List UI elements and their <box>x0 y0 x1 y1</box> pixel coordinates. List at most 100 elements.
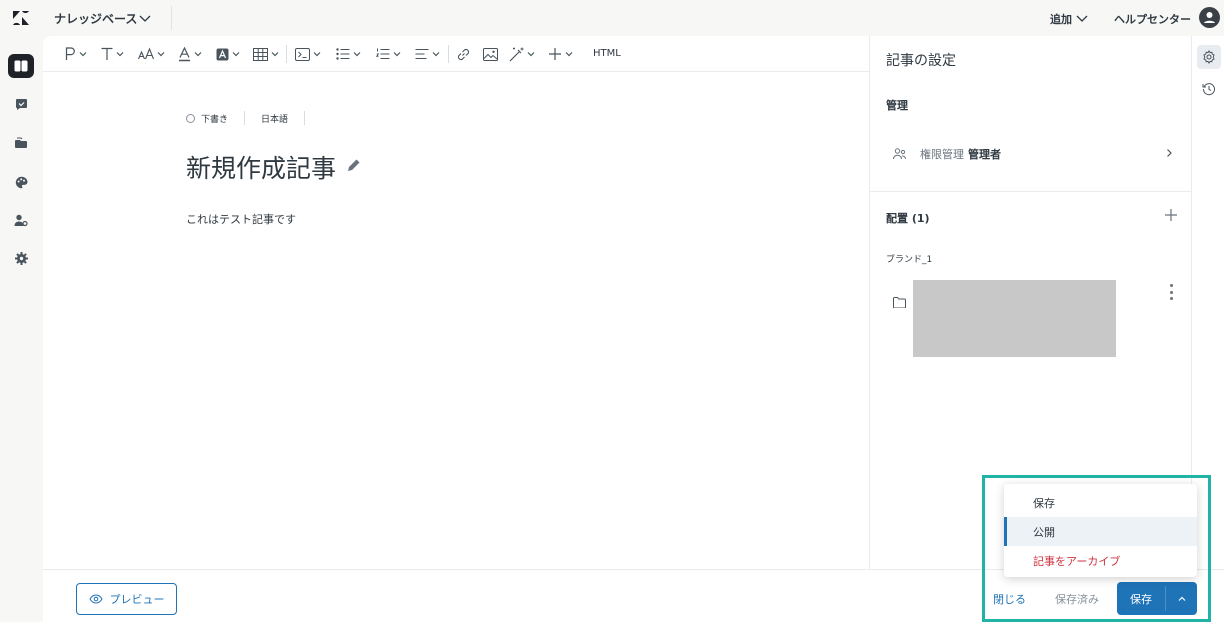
highlight-icon <box>216 48 229 60</box>
chevron-down-icon <box>565 52 573 57</box>
paragraph-format-button[interactable] <box>65 44 87 64</box>
permission-label: 権限管理 <box>920 148 964 161</box>
nav-settings[interactable] <box>8 246 34 270</box>
add-button[interactable]: 追加 <box>1050 11 1072 27</box>
align-left-icon <box>415 48 429 60</box>
permission-value: 管理者 <box>968 148 1001 161</box>
zendesk-logo-icon[interactable] <box>12 10 30 26</box>
chevron-up-icon <box>1178 596 1185 601</box>
nav-content[interactable] <box>8 131 34 155</box>
menu-item-archive[interactable]: 記事をアーカイブ <box>1004 546 1197 575</box>
user-permissions-icon <box>14 214 28 226</box>
toolbar-divider <box>448 45 449 63</box>
menu-item-save[interactable]: 保存 <box>1004 488 1197 517</box>
font-size-button[interactable] <box>138 44 165 64</box>
meta-divider <box>244 111 246 125</box>
chevron-down-icon <box>393 52 401 57</box>
history-icon <box>1202 83 1215 96</box>
top-divider <box>171 6 172 30</box>
chevron-down-icon <box>79 52 87 57</box>
plus-icon <box>549 48 561 60</box>
pencil-icon[interactable] <box>346 157 362 173</box>
permission-row[interactable]: 権限管理 管理者 <box>886 144 1182 164</box>
folder-icon <box>893 297 906 308</box>
placement-heading: 配置 (1) <box>886 212 930 225</box>
preview-button[interactable]: プレビュー <box>76 583 177 615</box>
link-icon <box>457 48 470 60</box>
text-color-button[interactable] <box>178 44 202 64</box>
toolbar-divider <box>286 45 287 63</box>
link-button[interactable] <box>456 44 471 64</box>
table-button[interactable] <box>253 44 279 64</box>
chevron-down-icon <box>432 52 440 57</box>
nav-user-permissions[interactable] <box>8 208 34 232</box>
help-center-link[interactable]: ヘルプセンター <box>1114 11 1191 27</box>
table-icon <box>253 47 268 61</box>
save-options-menu: 保存 公開 記事をアーカイブ <box>1004 484 1197 577</box>
nav-themes[interactable] <box>8 170 34 194</box>
settings-tab[interactable] <box>1197 45 1221 69</box>
font-size-icon <box>138 47 154 60</box>
chevron-down-icon <box>232 52 240 57</box>
editor-toolbar: HTML <box>43 36 869 72</box>
avatar[interactable] <box>1199 7 1220 28</box>
language-label[interactable]: 日本語 <box>261 112 288 125</box>
moderation-icon <box>15 98 27 110</box>
close-button[interactable]: 閉じる <box>993 591 1026 607</box>
top-bar: ナレッジベース 追加 ヘルプセンター <box>0 0 1224 36</box>
chevron-down-icon[interactable] <box>138 11 152 25</box>
code-icon <box>295 47 310 61</box>
chevron-right-icon <box>1167 149 1172 157</box>
text-color-icon <box>179 46 190 61</box>
left-nav <box>0 36 43 622</box>
draft-status-label[interactable]: 下書き <box>201 112 228 125</box>
preview-label: プレビュー <box>109 593 165 606</box>
nav-knowledge[interactable] <box>8 54 34 78</box>
meta-divider <box>304 111 306 125</box>
chevron-down-icon <box>194 52 202 57</box>
product-switcher-label[interactable]: ナレッジベース <box>54 10 137 27</box>
html-source-button[interactable]: HTML <box>593 48 621 59</box>
settings-icon <box>14 251 28 265</box>
settings-panel-title: 記事の設定 <box>886 53 956 69</box>
highlight-color-button[interactable] <box>216 44 240 64</box>
chevron-down-icon <box>527 52 535 57</box>
text-style-button[interactable] <box>101 44 124 64</box>
plus-icon[interactable] <box>1164 208 1178 222</box>
redacted-section-placeholder <box>913 280 1116 357</box>
menu-item-publish[interactable]: 公開 <box>1004 517 1197 546</box>
article-meta-row: 下書き 日本語 <box>186 111 321 125</box>
code-block-button[interactable] <box>295 44 321 64</box>
article-body[interactable]: これはテスト記事です <box>186 211 296 227</box>
save-options-toggle[interactable] <box>1166 582 1197 615</box>
bulleted-list-icon <box>336 48 350 60</box>
save-split-button: 保存 <box>1117 582 1197 615</box>
folder-stack-icon <box>15 137 27 148</box>
revision-history-tab[interactable] <box>1197 77 1221 101</box>
chevron-down-icon <box>157 52 165 57</box>
save-button[interactable]: 保存 <box>1117 582 1165 615</box>
palette-icon <box>15 176 27 188</box>
more-options-icon[interactable] <box>1168 284 1174 300</box>
chevron-down-icon <box>116 52 124 57</box>
paragraph-icon <box>65 47 75 60</box>
ai-assist-button[interactable] <box>509 44 535 64</box>
chevron-down-icon <box>353 52 361 57</box>
article-title[interactable]: 新規作成記事 <box>186 149 336 185</box>
management-heading: 管理 <box>886 99 908 112</box>
image-button[interactable] <box>483 44 498 64</box>
user-icon <box>1204 12 1215 23</box>
gear-icon <box>1203 50 1215 64</box>
magic-wand-icon <box>509 47 524 61</box>
image-icon <box>483 47 498 61</box>
saved-status: 保存済み <box>1055 593 1099 606</box>
bulleted-list-button[interactable] <box>336 44 361 64</box>
eye-icon <box>88 594 103 604</box>
knowledge-icon <box>14 60 28 72</box>
nav-moderation[interactable] <box>8 92 34 116</box>
chevron-down-icon[interactable] <box>1075 11 1089 25</box>
insert-button[interactable] <box>548 44 573 64</box>
chevron-down-icon <box>271 52 279 57</box>
align-button[interactable] <box>415 44 440 64</box>
numbered-list-button[interactable] <box>376 44 401 64</box>
